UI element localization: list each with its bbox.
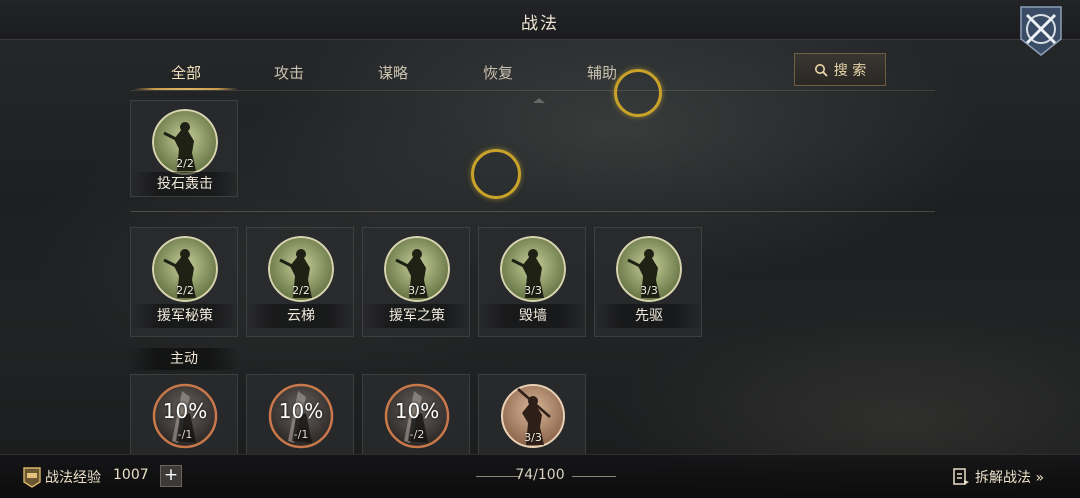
tactic-card[interactable]: 3/3 先驱 bbox=[594, 227, 703, 337]
tactic-card[interactable]: 10% -/2 bbox=[362, 374, 470, 454]
tactic-percent: 10% bbox=[278, 399, 324, 423]
footer-bar: 战法经验 1007 + 74/100 拆解战法 » bbox=[0, 454, 1080, 498]
tactic-name: 援军之策 bbox=[363, 304, 471, 328]
exp-value: 1007 bbox=[113, 467, 149, 483]
tactic-count: 3/3 bbox=[524, 284, 542, 297]
tactic-name: 援军秘策 bbox=[131, 304, 239, 328]
tactic-icon: 10% -/1 bbox=[152, 383, 218, 449]
search-icon bbox=[814, 63, 828, 77]
tactic-sub-count: -/1 bbox=[177, 428, 193, 441]
tactic-capacity: 74/100 bbox=[515, 467, 565, 483]
tactic-icon: 2/2 bbox=[152, 109, 218, 175]
tactic-icon: 3/3 bbox=[616, 236, 682, 302]
section-label-active: 主动 bbox=[130, 348, 238, 370]
tactic-name: 云梯 bbox=[247, 304, 355, 328]
add-exp-button[interactable]: + bbox=[160, 465, 182, 487]
tactic-name: 毁墙 bbox=[479, 304, 587, 328]
page-title: 战法 bbox=[521, 14, 559, 34]
tactic-card[interactable]: 3/3 bbox=[478, 374, 586, 454]
tactic-percent: 10% bbox=[394, 399, 440, 423]
category-tabs: 全部 攻击 谋略 恢复 辅助 bbox=[130, 56, 690, 92]
tactic-card[interactable]: 2/2 云梯 bbox=[246, 227, 355, 337]
highlight-ring bbox=[614, 69, 662, 117]
tactic-count: 3/3 bbox=[524, 431, 542, 444]
tactic-count: 2/2 bbox=[176, 284, 194, 297]
section-divider bbox=[130, 211, 935, 212]
decompose-tactics-button[interactable]: 拆解战法 » bbox=[952, 465, 1044, 489]
collapse-caret-icon[interactable] bbox=[533, 98, 545, 103]
tactic-card[interactable]: 2/2 援军秘策 bbox=[130, 227, 239, 337]
tactic-card[interactable]: 3/3 毁墙 bbox=[478, 227, 587, 337]
close-button[interactable] bbox=[1013, 5, 1069, 57]
tab-recovery[interactable]: 恢复 bbox=[446, 56, 550, 90]
tab-attack[interactable]: 攻击 bbox=[237, 56, 341, 90]
tactic-icon: 3/3 bbox=[384, 236, 450, 302]
tab-divider bbox=[130, 90, 935, 91]
highlight-ring bbox=[471, 149, 521, 199]
tactic-exp-icon bbox=[23, 467, 41, 488]
search-button[interactable]: 搜 索 bbox=[794, 53, 886, 86]
tactic-icon: 10% -/2 bbox=[384, 383, 450, 449]
tactic-card[interactable]: 2/2 投石轰击 bbox=[130, 100, 239, 197]
tactic-icon: 3/3 bbox=[500, 236, 566, 302]
tactic-card[interactable]: 10% -/1 bbox=[130, 374, 238, 454]
tactic-icon: 3/3 bbox=[500, 383, 566, 449]
tactic-icon: 2/2 bbox=[152, 236, 218, 302]
exp-label: 战法经验 bbox=[45, 470, 101, 486]
crossed-swords-icon bbox=[1020, 6, 1062, 56]
search-label: 搜 索 bbox=[833, 62, 867, 79]
tactic-icon: 10% -/1 bbox=[268, 383, 334, 449]
tactic-card[interactable]: 3/3 援军之策 bbox=[362, 227, 471, 337]
tactic-count: 3/3 bbox=[640, 284, 658, 297]
decompose-label: 拆解战法 » bbox=[975, 470, 1045, 486]
tactic-name: 先驱 bbox=[595, 304, 703, 328]
decompose-icon bbox=[953, 468, 969, 485]
tactic-sub-count: -/2 bbox=[409, 428, 425, 441]
tactic-icon: 2/2 bbox=[268, 236, 334, 302]
tactic-count: 2/2 bbox=[176, 157, 194, 170]
tactic-card[interactable]: 10% -/1 bbox=[246, 374, 354, 454]
tactic-name: 投石轰击 bbox=[131, 172, 239, 196]
tactic-count: 2/2 bbox=[292, 284, 310, 297]
capacity-line-right bbox=[572, 476, 616, 477]
tab-all[interactable]: 全部 bbox=[134, 56, 238, 90]
tactic-sub-count: -/1 bbox=[293, 428, 309, 441]
title-bar: 战法 bbox=[0, 0, 1080, 40]
tactic-count: 3/3 bbox=[408, 284, 426, 297]
tab-strategy[interactable]: 谋略 bbox=[341, 56, 445, 90]
tactic-percent: 10% bbox=[162, 399, 208, 423]
